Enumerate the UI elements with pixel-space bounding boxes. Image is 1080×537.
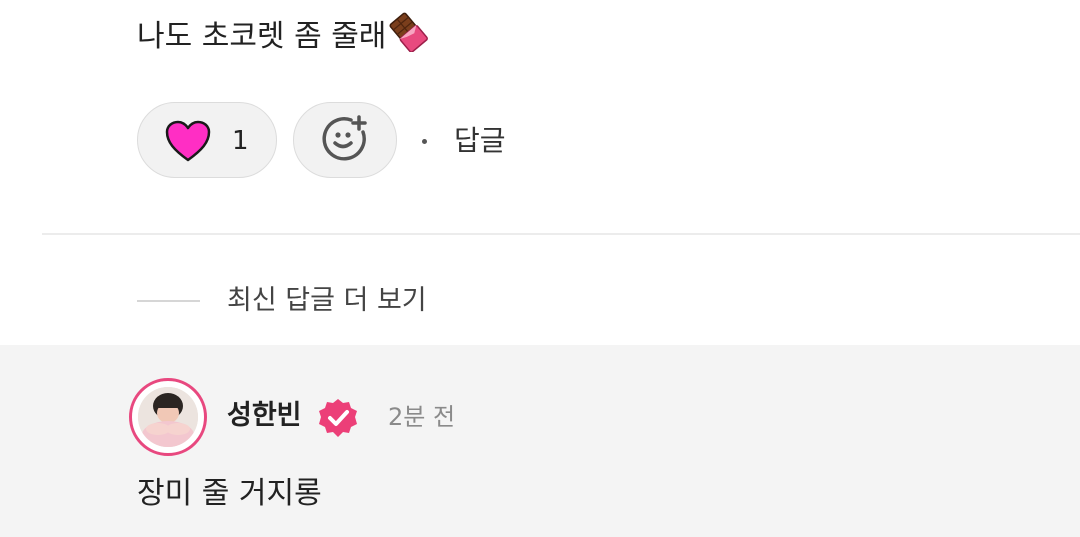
thread-line — [137, 300, 200, 302]
divider — [42, 233, 1080, 235]
chocolate-bar-icon — [388, 12, 429, 65]
comment-thread: 나도 초코렛 좀 줄래 1 답글 최신 답글 더 보기 성한빈 2분 전 장미 … — [0, 0, 1080, 537]
reply-timestamp: 2분 전 — [388, 403, 456, 431]
like-count: 1 — [232, 126, 249, 156]
add-reaction-button[interactable] — [293, 102, 397, 178]
reply-author[interactable]: 성한빈 — [227, 396, 302, 436]
more-replies-button[interactable]: 최신 답글 더 보기 — [227, 281, 427, 321]
verified-badge-icon — [317, 397, 359, 443]
comment-text: 나도 초코렛 좀 줄래 — [137, 19, 387, 54]
avatar[interactable] — [129, 378, 207, 456]
separator-dot — [422, 139, 427, 144]
reply-text: 장미 줄 거지롱 — [137, 476, 322, 511]
add-emoji-icon — [321, 114, 369, 166]
comment-body: 나도 초코렛 좀 줄래 — [137, 12, 429, 65]
avatar-photo — [138, 387, 198, 447]
like-button[interactable]: 1 — [137, 102, 277, 178]
heart-icon — [164, 119, 212, 167]
reply-button[interactable]: 답글 — [454, 121, 506, 161]
